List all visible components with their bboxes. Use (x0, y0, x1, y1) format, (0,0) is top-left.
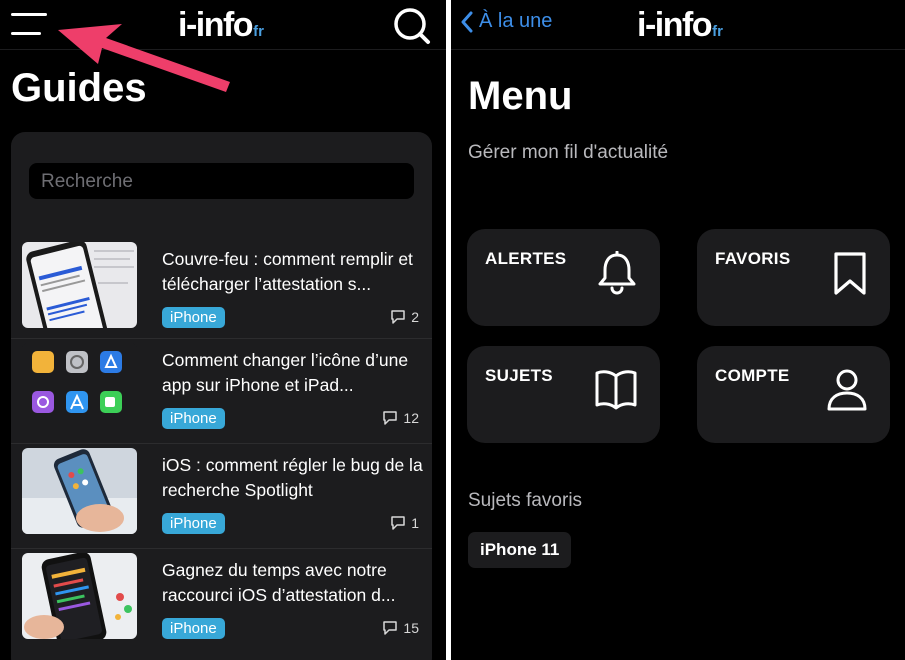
article-thumbnail (22, 343, 137, 429)
comment-count: 1 (390, 515, 419, 531)
tile-label: ALERTES (485, 249, 567, 268)
comment-bubble-icon (383, 411, 398, 425)
article-item[interactable]: iOS : comment régler le bug de la recher… (11, 443, 432, 549)
menu-screen: À la une i-infofr Menu Gérer mon fil d'a… (451, 0, 905, 660)
article-thumbnail (22, 553, 137, 639)
article-title: iOS : comment régler le bug de la recher… (162, 455, 423, 500)
search-icon[interactable] (392, 6, 432, 46)
favorites-tile[interactable]: FAVORIS (697, 229, 890, 326)
comment-count: 2 (390, 309, 419, 325)
bell-icon (598, 251, 636, 295)
tile-label: SUJETS (485, 366, 553, 385)
site-logo[interactable]: i-infofr (637, 6, 723, 45)
article-item[interactable]: Comment changer l’icône d’une app sur iP… (11, 338, 432, 444)
article-title: Gagnez du temps avec notre raccourci iOS… (162, 560, 396, 605)
page-title: Menu (468, 74, 573, 118)
guides-card: Recherche Couvre-feu: comment remplir e… (11, 132, 432, 660)
article-thumbnail (22, 242, 137, 328)
tile-label: COMPTE (715, 366, 790, 385)
chevron-left-icon (461, 11, 473, 32)
back-button[interactable]: À la une (461, 10, 552, 33)
article-item[interactable]: Couvre-feu : comment remplir et téléchar… (11, 238, 432, 344)
comment-count: 15 (382, 620, 419, 636)
search-input[interactable]: Recherche (29, 163, 414, 199)
category-tag[interactable]: iPhone (162, 408, 225, 429)
article-thumbnail (22, 448, 137, 534)
article-item[interactable]: Gagnez du temps avec notre raccourci iOS… (11, 548, 432, 654)
comment-bubble-icon (383, 621, 398, 635)
comment-count: 12 (382, 410, 419, 426)
favorite-topics-heading: Sujets favoris (468, 490, 583, 511)
article-title: Comment changer l’icône d’une app sur iP… (162, 350, 409, 395)
comment-bubble-icon (391, 516, 405, 530)
top-bar: À la une i-infofr (451, 0, 905, 50)
tile-label: FAVORIS (715, 249, 791, 268)
book-icon (595, 370, 637, 410)
category-tag[interactable]: iPhone (162, 307, 225, 328)
topics-tile[interactable]: SUJETS (467, 346, 660, 443)
category-tag[interactable]: iPhone (162, 513, 225, 534)
alerts-tile[interactable]: ALERTES (467, 229, 660, 326)
favorite-topic-chip[interactable]: iPhone 11 (468, 532, 572, 568)
user-icon (827, 369, 867, 411)
comment-bubble-icon (391, 310, 405, 324)
page-title: Guides (11, 66, 147, 110)
account-tile[interactable]: COMPTE (697, 346, 890, 443)
guides-screen: i-infofr Guides Recherche Couvre-feu: c… (0, 0, 446, 660)
feed-settings-link[interactable]: Gérer mon fil d'actualité (468, 142, 668, 164)
category-tag[interactable]: iPhone (162, 618, 225, 639)
hamburger-menu-icon[interactable] (11, 12, 47, 36)
article-title: Couvre-feu : comment remplir et téléchar… (162, 249, 413, 294)
bookmark-icon (834, 252, 866, 295)
